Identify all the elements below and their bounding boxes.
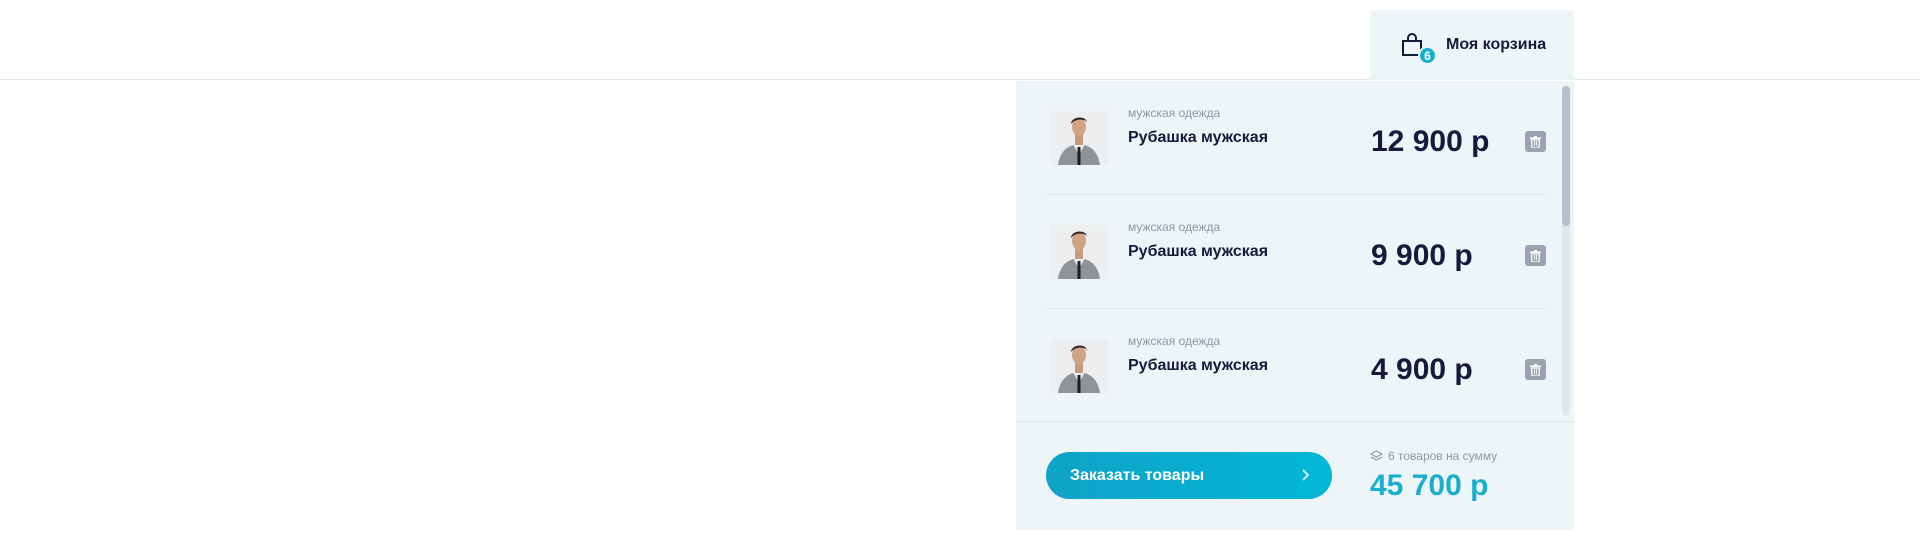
my-cart-button[interactable]: 6 Моя корзина: [1370, 10, 1574, 80]
cart-scrollbar-thumb[interactable]: [1562, 86, 1570, 226]
product-thumbnail[interactable]: [1050, 225, 1108, 279]
divider: [1016, 421, 1574, 422]
summary-text: 6 товаров на сумму: [1388, 449, 1498, 463]
cart-item: мужская одежда Рубашка мужская 12 900 р: [1046, 81, 1546, 195]
cart-label: Моя корзина: [1446, 36, 1547, 53]
page-header: 6 Моя корзина: [0, 0, 1920, 80]
item-name[interactable]: Рубашка мужская: [1128, 243, 1268, 261]
item-name[interactable]: Рубашка мужская: [1128, 357, 1268, 375]
layers-icon: [1370, 449, 1383, 461]
cart-items-list: мужская одежда Рубашка мужская 12 900 р: [1016, 81, 1574, 421]
item-category: мужская одежда: [1128, 334, 1221, 348]
item-category: мужская одежда: [1128, 106, 1221, 120]
cart-item: мужская одежда Рубашка мужская 4 900 р: [1046, 309, 1546, 421]
cart-count-badge: 6: [1418, 46, 1437, 65]
trash-icon: [1530, 135, 1541, 148]
chevron-right-icon: [1302, 469, 1310, 481]
cart-item: мужская одежда Рубашка мужская 9 900 р: [1046, 195, 1546, 309]
cart-dropdown: мужская одежда Рубашка мужская 12 900 р: [1016, 81, 1574, 530]
order-items-button[interactable]: Заказать товары: [1046, 452, 1332, 499]
cart-scrollbar[interactable]: [1562, 86, 1570, 416]
item-price: 9 900 р: [1371, 239, 1473, 272]
product-thumbnail[interactable]: [1050, 339, 1108, 393]
shopping-bag-icon: 6: [1400, 32, 1437, 65]
trash-icon: [1530, 249, 1541, 262]
delete-item-button[interactable]: [1525, 359, 1546, 380]
delete-item-button[interactable]: [1525, 245, 1546, 266]
trash-icon: [1530, 363, 1541, 376]
cart-total: 45 700 р: [1370, 469, 1489, 502]
item-price: 4 900 р: [1371, 353, 1473, 386]
product-thumbnail[interactable]: [1050, 111, 1108, 165]
delete-item-button[interactable]: [1525, 131, 1546, 152]
cart-summary: 6 товаров на сумму: [1370, 449, 1497, 463]
item-category: мужская одежда: [1128, 220, 1221, 234]
order-button-label: Заказать товары: [1070, 466, 1205, 484]
item-name[interactable]: Рубашка мужская: [1128, 129, 1268, 147]
item-price: 12 900 р: [1371, 125, 1490, 158]
